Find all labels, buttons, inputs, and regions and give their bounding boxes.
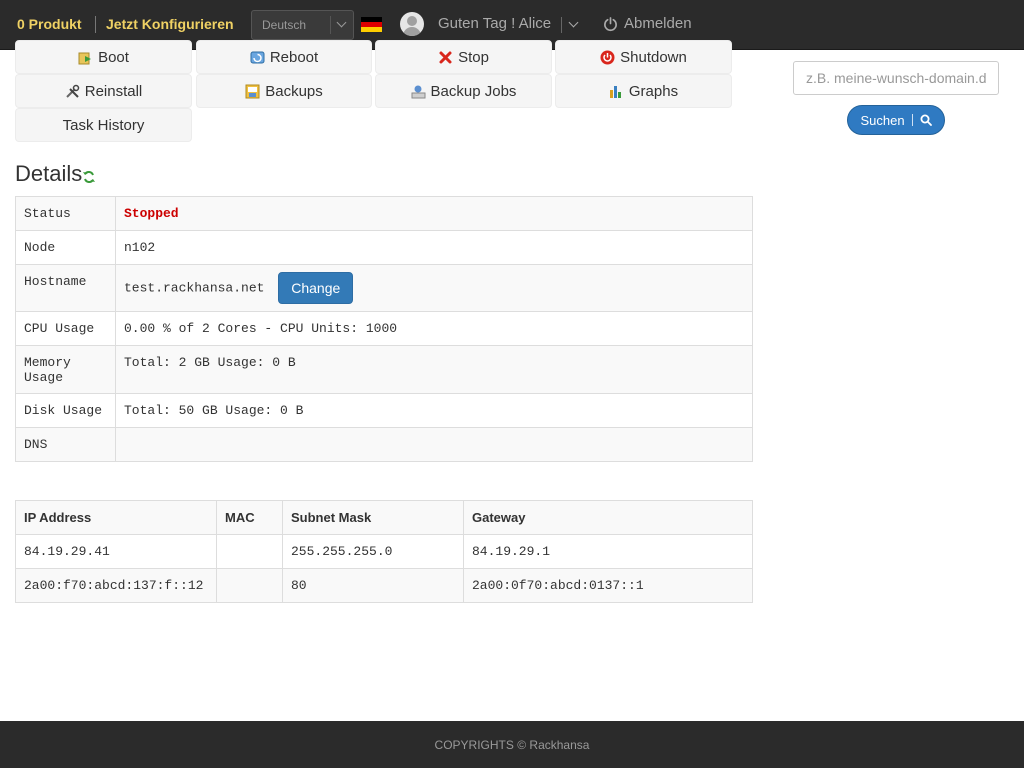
shutdown-label: Shutdown	[620, 48, 687, 66]
table-row: Disk Usage Total: 50 GB Usage: 0 B	[15, 393, 753, 428]
power-icon[interactable]	[603, 16, 618, 32]
stop-label: Stop	[458, 48, 489, 66]
chevron-down-icon	[336, 17, 347, 28]
subnet-mask-cell: 255.255.255.0	[282, 534, 464, 569]
ip-address-table: IP Address MAC Subnet Mask Gateway 84.19…	[15, 500, 753, 603]
domain-search-button[interactable]: Suchen	[847, 105, 945, 135]
chevron-down-icon[interactable]	[568, 17, 579, 28]
reboot-label: Reboot	[269, 48, 319, 66]
stop-button[interactable]: Stop	[375, 40, 552, 74]
reboot-button[interactable]: Reboot	[196, 40, 372, 74]
table-row: Node n102	[15, 230, 753, 265]
column-header-gateway: Gateway	[463, 500, 753, 535]
task-history-button[interactable]: Task History	[15, 108, 192, 142]
column-header-mac: MAC	[216, 500, 283, 535]
nav-divider	[95, 16, 96, 33]
disk-usage-value: Total: 50 GB Usage: 0 B	[115, 393, 753, 428]
table-header-row: IP Address MAC Subnet Mask Gateway	[15, 500, 753, 535]
column-header-ip: IP Address	[15, 500, 217, 535]
copyright-text: COPYRIGHTS © Rackhansa	[434, 738, 590, 752]
backups-button[interactable]: Backups	[196, 74, 372, 108]
node-label: Node	[15, 230, 116, 265]
memory-usage-value: Total: 2 GB Usage: 0 B	[115, 345, 753, 394]
table-row: 84.19.29.41 255.255.255.0 84.19.29.1	[15, 534, 753, 569]
backup-jobs-icon	[411, 85, 426, 98]
graphs-label: Graphs	[628, 82, 679, 100]
cart-products-link[interactable]: 0 Produkt	[17, 16, 82, 32]
graphs-icon	[609, 85, 621, 98]
page: 0 Produkt Jetzt Konfigurieren Deutsch Gu…	[0, 0, 1024, 768]
reinstall-icon	[66, 84, 79, 98]
backup-jobs-label: Backup Jobs	[430, 82, 517, 100]
reinstall-button[interactable]: Reinstall	[15, 74, 192, 108]
gateway-cell: 2a00:0f70:abcd:0137::1	[463, 568, 753, 603]
task-history-label: Task History	[62, 116, 145, 134]
table-row: Memory Usage Total: 2 GB Usage: 0 B	[15, 345, 753, 394]
hostname-label: Hostname	[15, 264, 116, 312]
backups-label: Backups	[265, 82, 323, 100]
backup-jobs-button[interactable]: Backup Jobs	[375, 74, 552, 108]
search-icon	[920, 114, 932, 126]
domain-search-input[interactable]	[793, 61, 999, 95]
details-heading: Details	[15, 161, 83, 186]
table-row: DNS	[15, 427, 753, 462]
mac-cell	[216, 534, 283, 569]
hostname-value: test.rackhansa.net	[124, 280, 265, 296]
reinstall-label: Reinstall	[84, 82, 143, 100]
dns-value	[115, 427, 753, 462]
table-row: Hostname test.rackhansa.net Change	[15, 264, 753, 312]
select-divider	[330, 16, 331, 34]
hostname-cell: test.rackhansa.net Change	[115, 264, 753, 312]
language-select[interactable]: Deutsch	[251, 10, 354, 40]
memory-usage-label: Memory Usage	[15, 345, 116, 394]
details-table: Status Stopped Node n102 Hostname test.r…	[15, 196, 753, 462]
change-hostname-button[interactable]: Change	[278, 272, 354, 304]
cpu-usage-value: 0.00 % of 2 Cores - CPU Units: 1000	[115, 311, 753, 346]
ip-address-cell: 84.19.29.41	[15, 534, 217, 569]
cpu-usage-label: CPU Usage	[15, 311, 116, 346]
status-badge: Stopped	[124, 206, 179, 221]
user-greeting[interactable]: Guten Tag ! Alice	[438, 15, 551, 32]
germany-flag-icon[interactable]	[361, 17, 382, 32]
reboot-icon	[250, 51, 265, 63]
node-value: n102	[115, 230, 753, 265]
refresh-icon[interactable]	[82, 170, 96, 184]
table-row: CPU Usage 0.00 % of 2 Cores - CPU Units:…	[15, 311, 753, 346]
subnet-mask-cell: 80	[282, 568, 464, 603]
avatar[interactable]	[400, 12, 424, 36]
boot-button[interactable]: Boot	[15, 40, 192, 74]
footer: COPYRIGHTS © Rackhansa	[0, 721, 1024, 768]
status-value: Stopped	[115, 196, 753, 231]
gateway-cell: 84.19.29.1	[463, 534, 753, 569]
disk-usage-label: Disk Usage	[15, 393, 116, 428]
logout-link[interactable]: Abmelden	[624, 15, 692, 32]
backups-icon	[245, 84, 260, 98]
stop-icon	[439, 51, 452, 63]
button-divider	[911, 114, 913, 126]
configure-link[interactable]: Jetzt Konfigurieren	[106, 16, 234, 32]
table-row: Status Stopped	[15, 196, 753, 231]
boot-label: Boot	[98, 48, 129, 66]
shutdown-icon	[600, 50, 615, 64]
ip-address-cell: 2a00:f70:abcd:137:f::12	[15, 568, 217, 603]
mac-cell	[216, 568, 283, 603]
status-label: Status	[15, 196, 116, 231]
dns-label: DNS	[15, 427, 116, 462]
table-row: 2a00:f70:abcd:137:f::12 80 2a00:0f70:abc…	[15, 568, 753, 603]
shutdown-button[interactable]: Shutdown	[555, 40, 732, 74]
column-header-subnet: Subnet Mask	[282, 500, 464, 535]
boot-icon	[78, 52, 92, 64]
graphs-button[interactable]: Graphs	[555, 74, 732, 108]
language-select-value: Deutsch	[262, 18, 307, 32]
nav-divider	[561, 17, 562, 33]
search-button-label: Suchen	[860, 112, 905, 128]
